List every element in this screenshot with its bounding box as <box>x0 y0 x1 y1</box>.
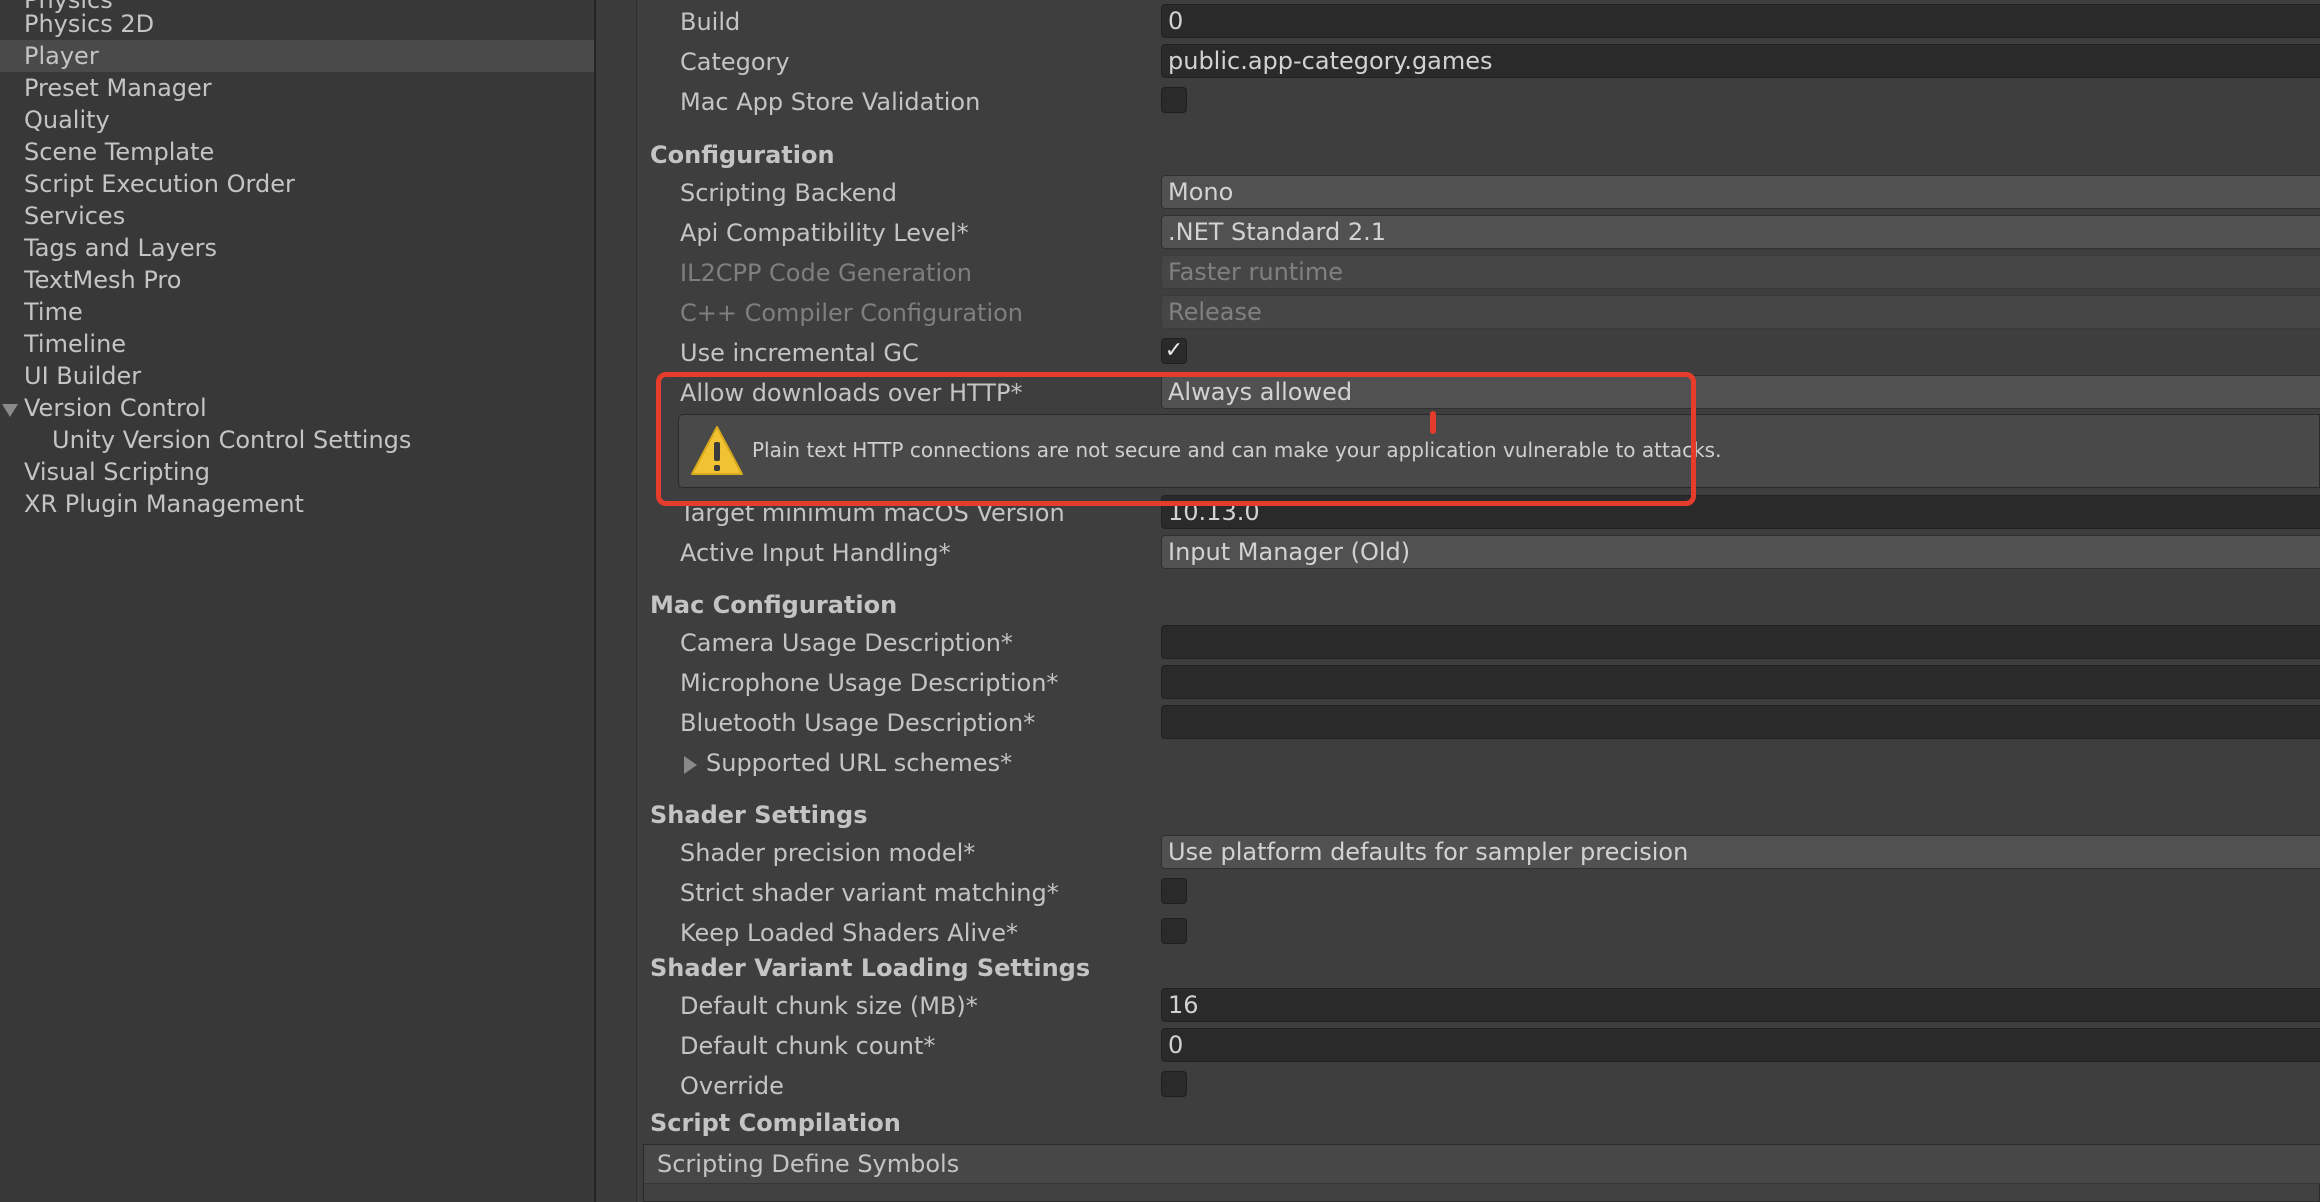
cpp-compiler-dropdown: Release <box>1161 295 2320 329</box>
category-row: Category public.app-category.games <box>637 44 2320 80</box>
api-compatibility-dropdown[interactable]: .NET Standard 2.1 <box>1161 215 2320 249</box>
incremental-gc-row: Use incremental GC ✓ <box>637 335 2320 371</box>
mac-app-store-validation-checkbox[interactable] <box>1161 87 1187 113</box>
scripting-define-symbols-header[interactable]: Scripting Define Symbols <box>644 1145 2320 1184</box>
sidebar-item-player[interactable]: Player <box>0 40 594 72</box>
category-field[interactable]: public.app-category.games <box>1161 44 2320 78</box>
scripting-define-symbols-label: Scripting Define Symbols <box>657 1150 960 1178</box>
il2cpp-codegen-dropdown: Faster runtime <box>1161 255 2320 289</box>
annotation-highlight-box <box>656 372 1696 506</box>
player-settings-inspector: Build 0 Category public.app-category.gam… <box>637 0 2320 1202</box>
configuration-header: Configuration <box>650 141 835 169</box>
annotation-cursor-mark <box>1430 411 1436 434</box>
scripting-define-symbols-list: Scripting Define Symbols <box>643 1144 2320 1202</box>
scripting-backend-row: Scripting Backend Mono <box>637 175 2320 211</box>
sidebar-item-timeline[interactable]: Timeline <box>0 328 594 360</box>
build-row: Build 0 <box>637 4 2320 40</box>
sidebar-item-visual-scripting[interactable]: Visual Scripting <box>0 456 594 488</box>
incremental-gc-checkbox[interactable]: ✓ <box>1161 338 1187 364</box>
sidebar-item-time[interactable]: Time <box>0 296 594 328</box>
il2cpp-codegen-row: IL2CPP Code Generation Faster runtime <box>637 255 2320 291</box>
category-label: Category <box>680 48 790 76</box>
sidebar-item-services[interactable]: Services <box>0 200 594 232</box>
api-compatibility-row: Api Compatibility Level* .NET Standard 2… <box>637 215 2320 251</box>
sidebar-item-physics-2d[interactable]: Physics 2D <box>0 8 594 40</box>
checkmark-icon: ✓ <box>1164 338 1184 363</box>
mac-app-store-validation-row: Mac App Store Validation <box>637 84 2320 120</box>
sidebar-item-xr-plugin-management[interactable]: XR Plugin Management <box>0 488 594 520</box>
cpp-compiler-row: C++ Compiler Configuration Release <box>637 295 2320 331</box>
expand-arrow-icon[interactable] <box>2 404 18 417</box>
sidebar-item-scene-template[interactable]: Scene Template <box>0 136 594 168</box>
inspector-left-gutter <box>596 0 637 1202</box>
sidebar-item-unity-version-control-settings[interactable]: Unity Version Control Settings <box>0 424 594 456</box>
build-label: Build <box>680 8 741 36</box>
mac-app-store-validation-label: Mac App Store Validation <box>680 88 981 116</box>
sidebar-item-version-control[interactable]: Version Control <box>0 392 594 424</box>
sidebar-item-tags-and-layers[interactable]: Tags and Layers <box>0 232 594 264</box>
api-compatibility-label: Api Compatibility Level* <box>680 219 969 247</box>
sidebar-item-textmesh-pro[interactable]: TextMesh Pro <box>0 264 594 296</box>
cpp-compiler-label: C++ Compiler Configuration <box>680 299 1024 327</box>
settings-sidebar: Physics Physics 2D Player Preset Manager… <box>0 0 594 1202</box>
scripting-backend-dropdown[interactable]: Mono <box>1161 175 2320 209</box>
il2cpp-codegen-label: IL2CPP Code Generation <box>680 259 973 287</box>
sidebar-item-preset-manager[interactable]: Preset Manager <box>0 72 594 104</box>
sidebar-item-quality[interactable]: Quality <box>0 104 594 136</box>
scripting-backend-label: Scripting Backend <box>680 179 897 207</box>
sidebar-item-ui-builder[interactable]: UI Builder <box>0 360 594 392</box>
incremental-gc-label: Use incremental GC <box>680 339 919 367</box>
build-field[interactable]: 0 <box>1161 4 2320 38</box>
sidebar-item-script-execution-order[interactable]: Script Execution Order <box>0 168 594 200</box>
